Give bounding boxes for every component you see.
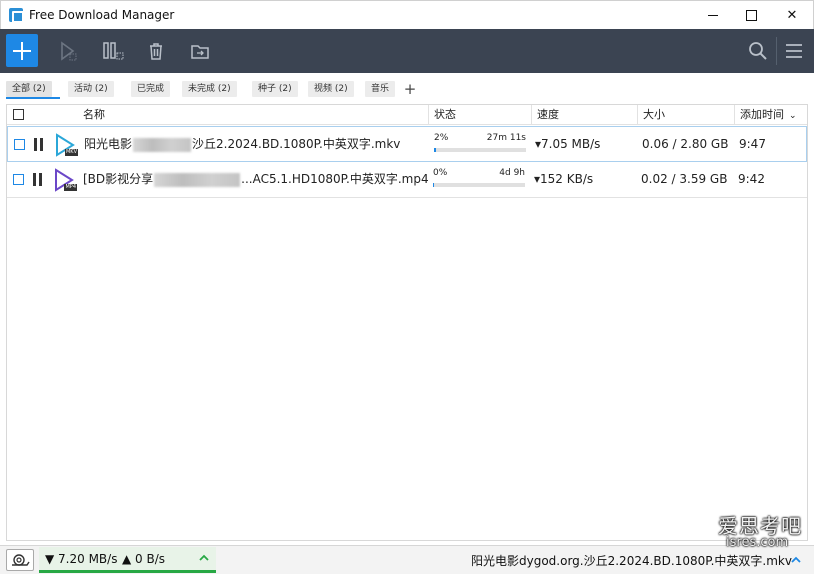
hamburger-menu-icon [786, 44, 802, 58]
chevron-up-icon [199, 554, 209, 561]
download-status: 0% 4d 9h [433, 167, 525, 193]
row-checkbox[interactable] [14, 139, 25, 150]
filter-music[interactable]: 音乐 [365, 81, 396, 97]
file-name-suffix: 沙丘2.2024.BD.1080P.中英双字.mkv [192, 137, 401, 151]
download-status: 2% 27m 11s [434, 132, 526, 158]
progress-fill [434, 148, 436, 152]
status-bar: ▼ 7.20 MB/s ▲ 0 B/s 阳光电影dygod.org.沙丘2.20… [0, 545, 814, 574]
video-file-icon: MP4 [53, 168, 77, 192]
filter-bar: 全部 (2) 活动 (2) 已完成 未完成 (2) 种子 (2) 视频 (2) … [0, 73, 814, 103]
download-list: 名称 状态 速度 大小 添加时间 ⌄ MKV 阳光电影 沙丘2.2024.BD.10… [6, 104, 808, 541]
title-bar: Free Download Manager [0, 0, 814, 29]
active-filter-indicator [6, 97, 60, 99]
move-button[interactable] [190, 41, 210, 61]
minimize-button[interactable] [695, 1, 731, 30]
column-header-size[interactable]: 大小 [637, 105, 734, 125]
file-name: 阳光电影 沙丘2.2024.BD.1080P.中英双字.mkv [84, 127, 429, 161]
column-header-status[interactable]: 状态 [428, 105, 531, 125]
progress-bar [434, 148, 526, 152]
add-download-button[interactable] [6, 34, 38, 67]
video-file-icon: MKV [54, 133, 78, 157]
file-name-prefix: [BD影视分享 [83, 172, 154, 186]
total-download-speed: ▼ 7.20 MB/s [45, 552, 118, 566]
added-time: 9:42 [738, 172, 765, 186]
file-type-badge: MP4 [64, 184, 77, 191]
file-name-suffix: ...AC5.1.HD1080P.中英双字.mp4 [241, 172, 429, 186]
maximize-button[interactable] [733, 1, 769, 30]
delete-button[interactable] [146, 41, 166, 61]
snail-icon [12, 554, 30, 566]
progress-bar [433, 183, 525, 187]
pause-icon[interactable] [34, 138, 44, 151]
table-row[interactable]: MP4 [BD影视分享 ...AC5.1.HD1080P.中英双字.mp4 0% … [7, 162, 807, 198]
file-type-badge: MKV [64, 149, 78, 156]
window-title: Free Download Manager [29, 8, 175, 22]
file-size: 0.06 / 2.80 GB [642, 137, 729, 151]
trash-icon [150, 43, 162, 60]
added-time: 9:47 [739, 137, 766, 151]
speed-mode-button[interactable] [6, 549, 34, 571]
pause-button[interactable] [102, 41, 124, 61]
progress-percent: 0% [433, 168, 448, 178]
redacted-text [133, 137, 192, 152]
toolbar-divider [776, 37, 777, 65]
pause-icon [103, 42, 124, 60]
download-speed: ▾152 KB/s [534, 172, 594, 186]
added-label: 添加时间 [740, 108, 784, 121]
chevron-up-icon[interactable] [789, 554, 803, 566]
redacted-text [154, 172, 241, 187]
watermark: 爱思考吧 isres.com [718, 516, 804, 549]
current-download-name: 阳光电影dygod.org.沙丘2.2024.BD.1080P.中英双字.mkv [471, 554, 792, 568]
filter-active[interactable]: 活动 (2) [68, 81, 114, 97]
app-logo-icon [9, 8, 24, 23]
total-upload-speed: ▲ 0 B/s [122, 552, 166, 566]
watermark-title: 爱思考吧 [718, 514, 802, 538]
select-all-checkbox[interactable] [13, 109, 24, 120]
time-remaining: 4d 9h [499, 168, 525, 178]
progress-fill [433, 183, 435, 187]
filter-all[interactable]: 全部 (2) [6, 81, 52, 97]
move-folder-icon [191, 45, 209, 59]
filter-incomplete[interactable]: 未完成 (2) [182, 81, 237, 97]
file-size: 0.02 / 3.59 GB [641, 172, 728, 186]
column-header-speed[interactable]: 速度 [531, 105, 637, 125]
close-button[interactable] [774, 1, 810, 30]
row-checkbox[interactable] [13, 174, 24, 185]
table-row[interactable]: MKV 阳光电影 沙丘2.2024.BD.1080P.中英双字.mkv 2% 27… [7, 126, 807, 162]
filter-torrents[interactable]: 种子 (2) [252, 81, 298, 97]
progress-percent: 2% [434, 133, 449, 143]
main-menu-button[interactable] [785, 41, 805, 61]
time-remaining: 27m 11s [486, 133, 526, 143]
pause-icon[interactable] [33, 173, 43, 186]
filter-completed[interactable]: 已完成 [131, 81, 171, 97]
file-name: [BD影视分享 ...AC5.1.HD1080P.中英双字.mp4 [83, 162, 429, 196]
column-header-added[interactable]: 添加时间 ⌄ [734, 105, 807, 125]
filter-video[interactable]: 视频 (2) [308, 81, 354, 97]
traffic-summary[interactable]: ▼ 7.20 MB/s ▲ 0 B/s [39, 547, 216, 573]
toolbar [0, 29, 814, 73]
search-button[interactable] [748, 41, 768, 61]
file-name-prefix: 阳光电影 [84, 137, 133, 151]
column-header-name[interactable]: 名称 [78, 105, 428, 125]
table-header: 名称 状态 速度 大小 添加时间 ⌄ [7, 105, 807, 125]
start-button[interactable] [58, 41, 78, 61]
sort-descending-icon: ⌄ [789, 111, 797, 121]
play-icon [61, 41, 77, 61]
add-filter-button[interactable]: + [402, 80, 418, 98]
download-speed: ▾7.05 MB/s [535, 137, 601, 151]
search-icon [749, 42, 767, 60]
